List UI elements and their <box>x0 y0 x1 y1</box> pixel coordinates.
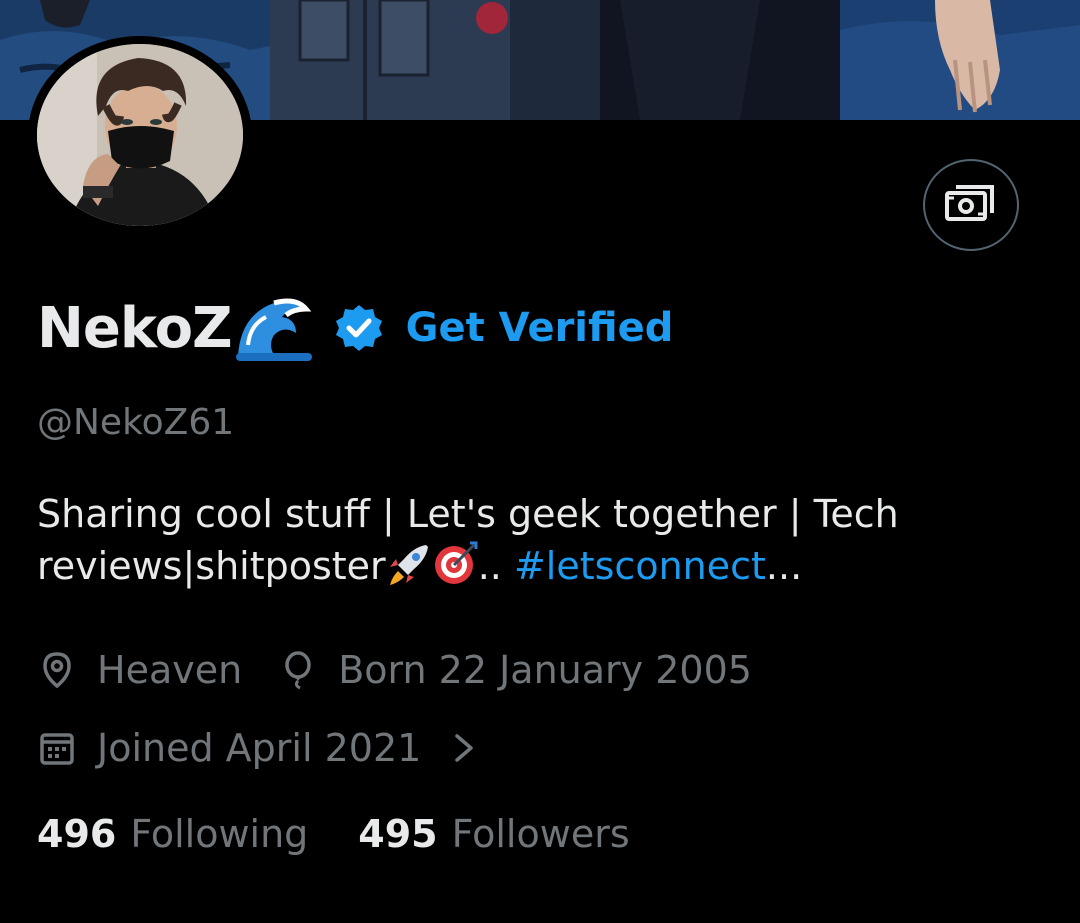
location-item: Heaven <box>37 648 242 692</box>
followers-count: 495 <box>358 812 438 856</box>
joined-row[interactable]: Joined April 2021 <box>37 721 477 775</box>
birthday-text: Born 22 January 2005 <box>338 648 752 692</box>
bio-separator: .. <box>477 544 502 588</box>
follow-stats: 496 Following 495 Followers <box>37 812 630 856</box>
location-pin-icon <box>43 652 71 689</box>
avatar-image <box>28 36 252 234</box>
following-count: 496 <box>37 812 117 856</box>
bio-truncation: ... <box>765 544 803 588</box>
profile-bio: Sharing cool stuff | Let's geek together… <box>37 488 1047 592</box>
get-verified-link[interactable]: Get Verified <box>406 305 674 351</box>
calendar-icon <box>40 733 74 765</box>
joined-text: Joined April 2021 <box>97 726 422 770</box>
chevron-right-icon <box>455 734 474 762</box>
following-stat[interactable]: 496 Following <box>37 812 308 856</box>
profile-meta-row: Heaven Born 22 January 2005 <box>37 643 752 697</box>
followers-stat[interactable]: 495 Followers <box>358 812 629 856</box>
verified-badge-icon <box>335 305 382 351</box>
bio-hashtag-link[interactable]: #letsconnect <box>514 544 766 588</box>
tip-jar-icon <box>945 185 994 221</box>
user-handle: @NekoZ61 <box>37 402 235 443</box>
wave-emoji <box>235 298 312 361</box>
tip-button[interactable] <box>923 159 1019 251</box>
joined-item[interactable]: Joined April 2021 <box>37 726 477 770</box>
birthday-item: Born 22 January 2005 <box>278 648 752 692</box>
location-text: Heaven <box>97 648 243 692</box>
bullseye-emoji <box>434 541 478 584</box>
rocket-emoji <box>389 545 428 585</box>
followers-label: Followers <box>451 812 630 856</box>
display-name: NekoZ <box>37 295 233 361</box>
balloon-icon <box>285 651 311 690</box>
following-label: Following <box>130 812 309 856</box>
name-row: NekoZ Get Verified <box>37 288 673 368</box>
profile-avatar[interactable] <box>28 36 252 234</box>
